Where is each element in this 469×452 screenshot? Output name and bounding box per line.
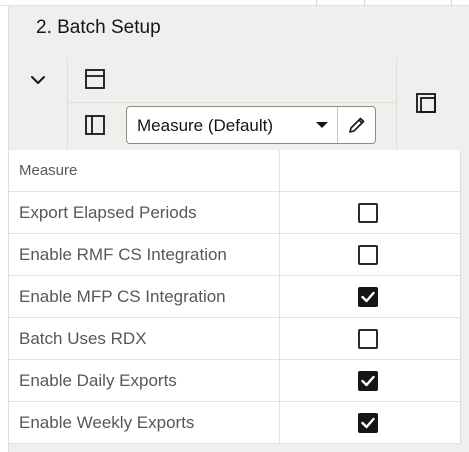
table-row: Enable RMF CS Integration <box>9 234 460 276</box>
measure-checkbox[interactable] <box>358 413 378 433</box>
page-title: 2. Batch Setup <box>36 17 161 38</box>
measure-label: Enable RMF CS Integration <box>19 245 227 264</box>
view-select[interactable]: Measure (Default) <box>126 106 376 144</box>
measure-grid: Measure Export Elapsed Periods Enable RMF… <box>8 150 461 444</box>
layout-header-icon <box>85 69 105 89</box>
detach-icon <box>416 93 436 113</box>
checkmark-icon <box>361 417 375 429</box>
column-separator <box>279 318 280 359</box>
table-row: Enable Weekly Exports <box>9 402 460 444</box>
table-row: Enable Daily Exports <box>9 360 460 402</box>
toolbar-divider <box>396 58 397 150</box>
pencil-icon <box>348 117 364 133</box>
header-layout-button[interactable] <box>80 64 110 94</box>
measure-checkbox[interactable] <box>358 371 378 391</box>
measure-label: Batch Uses RDX <box>19 329 147 348</box>
caret-down-icon <box>316 122 328 128</box>
measure-checkbox[interactable] <box>358 203 378 223</box>
measure-label: Export Elapsed Periods <box>19 203 197 222</box>
measure-checkbox[interactable] <box>358 245 378 265</box>
toolbar-row-divider <box>67 102 396 103</box>
toolbar-divider <box>67 58 68 150</box>
column-separator <box>279 150 280 191</box>
view-select-dropdown-button[interactable] <box>307 107 337 143</box>
detach-panel-button[interactable] <box>411 88 441 118</box>
checkmark-icon <box>361 375 375 387</box>
layout-sidebar-icon <box>85 115 105 135</box>
collapse-toggle-button[interactable] <box>22 64 54 96</box>
view-select-value: Measure (Default) <box>137 116 274 135</box>
table-row: Enable MFP CS Integration <box>9 276 460 318</box>
column-separator <box>279 402 280 443</box>
measure-label: Enable MFP CS Integration <box>19 287 226 306</box>
measure-label: Enable Weekly Exports <box>19 413 195 432</box>
chevron-down-icon <box>31 76 45 84</box>
column-separator <box>279 276 280 317</box>
table-row: Batch Uses RDX <box>9 318 460 360</box>
measure-checkbox[interactable] <box>358 287 378 307</box>
edit-view-button[interactable] <box>338 107 375 143</box>
measure-label: Enable Daily Exports <box>19 371 177 390</box>
column-separator <box>279 360 280 401</box>
toolbar: Measure (Default) <box>8 58 469 150</box>
grid-header-row: Measure <box>9 150 460 192</box>
table-row: Export Elapsed Periods <box>9 192 460 234</box>
measure-checkbox[interactable] <box>358 329 378 349</box>
column-separator <box>279 234 280 275</box>
checkmark-icon <box>361 291 375 303</box>
sidebar-layout-button[interactable] <box>80 110 110 140</box>
column-separator <box>279 192 280 233</box>
column-header-measure: Measure <box>19 162 78 179</box>
